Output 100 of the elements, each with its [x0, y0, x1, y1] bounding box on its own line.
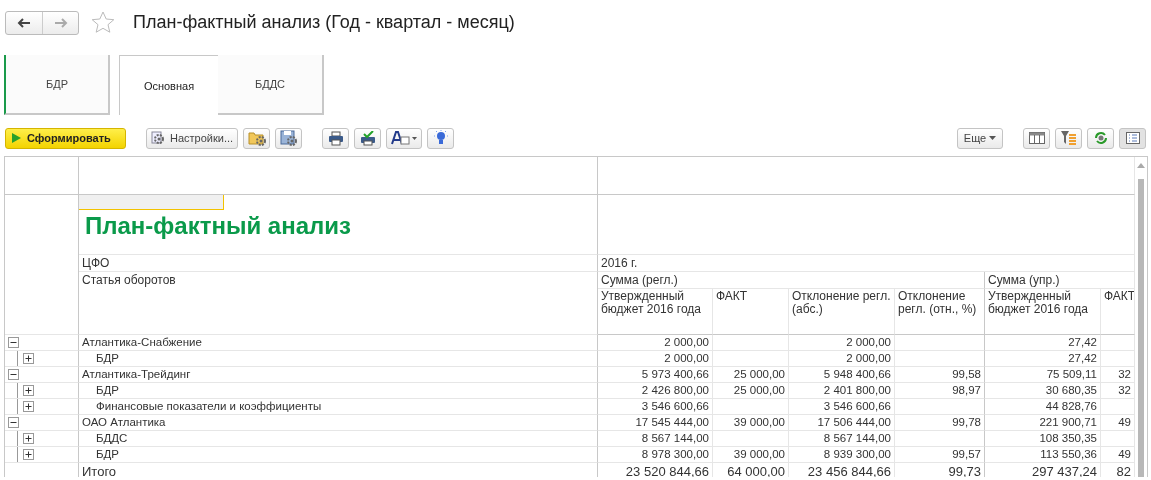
table-cell: 221 900,71 [985, 415, 1101, 431]
settings-button[interactable]: Настройки... [146, 127, 239, 149]
collapse-icon[interactable] [8, 337, 19, 348]
lightbulb-icon [433, 130, 448, 146]
print-preview-button[interactable] [354, 127, 382, 149]
tab[interactable]: БДР [4, 55, 110, 115]
expand-icon[interactable] [23, 401, 34, 412]
star-icon[interactable] [91, 10, 115, 34]
report-title: План-фактный анализ [84, 211, 351, 241]
column-header: Отклонение регл. (отн., %) [898, 289, 977, 316]
row-label: Атлантика-Трейдинг [79, 367, 598, 383]
window-title: План-фактный анализ (Год - квартал - месяц) [133, 11, 515, 33]
expand-icon[interactable] [23, 385, 34, 396]
table-cell: 2 401 800,00 [789, 383, 895, 399]
table-cell: 2 000,00 [789, 335, 895, 351]
font-dropdown[interactable] [386, 127, 423, 149]
refresh-gear-icon [1092, 130, 1109, 146]
caret-icon [989, 136, 997, 140]
total-cell: 23 456 844,66 [789, 463, 895, 477]
column-header: Утвержденный бюджет 2016 года [988, 289, 1088, 316]
collapse-icon[interactable] [8, 369, 19, 380]
row-label: Финансовые показатели и коэффициенты [79, 399, 598, 415]
expand-icon[interactable] [23, 433, 34, 444]
printer-icon [327, 130, 344, 146]
table-cell: 30 680,35 [985, 383, 1101, 399]
folder-gear-icon [247, 130, 266, 146]
row-label: БДР [79, 447, 598, 463]
table-cell: 39 000,00 [713, 415, 789, 431]
column-header: Отклонение регл. (абс.) [792, 289, 891, 316]
table-cell: 2 426 800,00 [598, 383, 713, 399]
filter-button[interactable] [1055, 127, 1082, 149]
total-cell: 23 520 844,66 [598, 463, 713, 477]
table-cell: 8 978 300,00 [598, 447, 713, 463]
column-header: Утвержденный бюджет 2016 года [601, 289, 701, 316]
table-cell: 75 509,11 [985, 367, 1101, 383]
row-header: Статья оборотов [79, 272, 598, 335]
column-header: 2016 г. [598, 255, 1135, 272]
row-label: ОАО Атлантика [79, 415, 598, 431]
table-cell: 17 506 444,00 [789, 415, 895, 431]
table-cell: 99,57 [895, 447, 985, 463]
more-dropdown[interactable]: Еще [957, 127, 1003, 149]
table-icon [1028, 132, 1045, 144]
play-icon [12, 133, 21, 143]
column-header: Сумма (регл.) [598, 272, 985, 289]
table-cell: 27,42 [985, 351, 1101, 367]
expand-icon[interactable] [23, 353, 34, 364]
total-label: Итого [79, 463, 598, 477]
table-cell: 25 000,00 [713, 383, 789, 399]
table-cell: 5 948 400,66 [789, 367, 895, 383]
print-button[interactable] [322, 127, 350, 149]
column-header: ФАКТ [1104, 289, 1134, 303]
table-cell: 99,58 [895, 367, 985, 383]
list-view-button[interactable] [1119, 127, 1146, 149]
selected-cell[interactable] [79, 195, 224, 210]
table-cell: 108 350,35 [985, 431, 1101, 447]
table-cell: 8 567 144,00 [598, 431, 713, 447]
tab[interactable]: Основная [119, 55, 218, 115]
load-settings-button[interactable] [243, 127, 271, 149]
floppy-gear-icon [279, 130, 298, 146]
row-label: БДР [79, 351, 598, 367]
table-cell: 2 000,00 [598, 335, 713, 351]
font-table-icon [391, 131, 418, 145]
table-cell: 39 000,00 [713, 447, 789, 463]
table-cell: 8 939 300,00 [789, 447, 895, 463]
table-cell: 8 567 144,00 [789, 431, 895, 447]
table-cell: 5 973 400,66 [598, 367, 713, 383]
row-label: Атлантика-Снабжение [79, 335, 598, 351]
table-cell: 3 546 600,66 [789, 399, 895, 415]
table-cell: 25 000,00 [713, 367, 789, 383]
funnel-list-icon [1060, 130, 1077, 146]
table-cell: 2 000,00 [789, 351, 895, 367]
table-cell: 99,78 [895, 415, 985, 431]
save-settings-button[interactable] [275, 127, 303, 149]
list-icon [1125, 132, 1140, 144]
table-cell: 27,42 [985, 335, 1101, 351]
hint-button[interactable] [427, 127, 455, 149]
columns-button[interactable] [1023, 127, 1050, 149]
table-cell: 2 000,00 [598, 351, 713, 367]
generate-button[interactable]: Сформировать [5, 127, 126, 149]
row-label: БДДС [79, 431, 598, 447]
table-cell: 44 828,76 [985, 399, 1101, 415]
table-cell: 113 550,36 [985, 447, 1101, 463]
refresh-button[interactable] [1087, 127, 1114, 149]
total-cell: 99,73 [895, 463, 985, 477]
printer-check-icon [359, 130, 376, 146]
column-header: Сумма (упр.) [985, 272, 1135, 289]
row-header: ЦФО [79, 255, 598, 272]
table-cell: 98,97 [895, 383, 985, 399]
expand-icon[interactable] [23, 449, 34, 460]
tab[interactable]: БДДС [218, 55, 324, 115]
collapse-icon[interactable] [8, 417, 19, 428]
row-label: БДР [79, 383, 598, 399]
settings-icon [151, 130, 167, 146]
total-cell: 297 437,24 [985, 463, 1101, 477]
total-cell: 64 000,00 [713, 463, 789, 477]
forward-arrow-icon [53, 18, 68, 28]
table-cell: 3 546 600,66 [598, 399, 713, 415]
table-cell: 17 545 444,00 [598, 415, 713, 431]
column-header: ФАКТ [716, 289, 748, 303]
back-arrow-icon [17, 18, 31, 28]
